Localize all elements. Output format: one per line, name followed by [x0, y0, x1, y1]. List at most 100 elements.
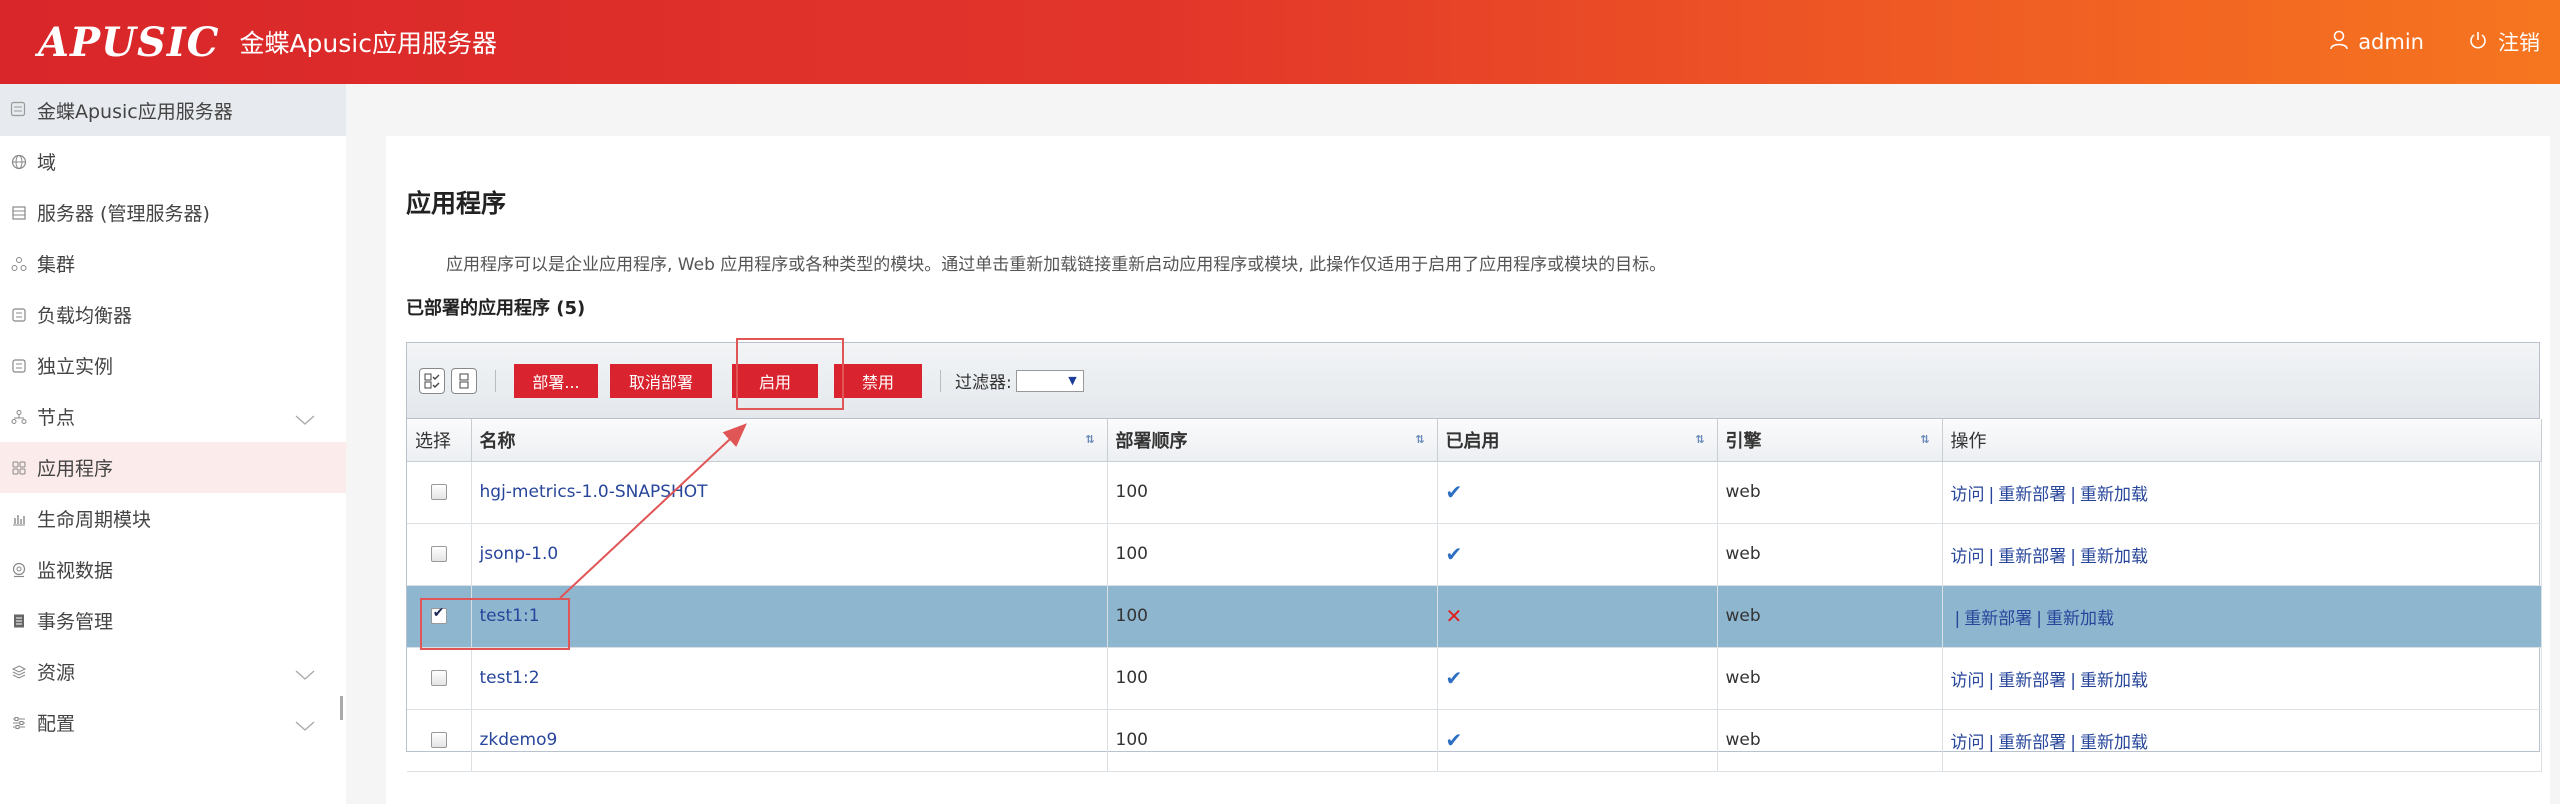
toolbar-divider [495, 369, 496, 392]
redeploy-link[interactable]: 重新部署 [1998, 547, 2066, 567]
reload-link[interactable]: 重新加载 [2046, 609, 2114, 629]
undeploy-button[interactable]: 取消部署 [610, 363, 712, 398]
deploy-order: 100 [1107, 647, 1438, 710]
sidebar-item-server[interactable]: 服务器 (管理服务器) [0, 187, 346, 238]
sidebar-item-label: 独立实例 [37, 356, 114, 378]
deploy-order: 100 [1107, 523, 1438, 586]
app-name-link[interactable]: zkdemo9 [480, 730, 558, 750]
chevron-down-icon: ▼ [1068, 373, 1077, 387]
sidebar-root[interactable]: 金蝶Apusic应用服务器 [0, 84, 346, 136]
sort-icon[interactable]: ⇅ [1415, 433, 1424, 446]
sidebar-item-monitor[interactable]: 监视数据 [0, 544, 346, 595]
header-select: 选择 [407, 419, 472, 462]
visit-link[interactable]: 访问 [1951, 485, 1985, 505]
visit-link[interactable]: 访问 [1951, 733, 1985, 753]
disabled-x-icon: ✕ [1445, 604, 1463, 628]
chevron-down-icon[interactable] [294, 409, 316, 431]
separator: | [2036, 608, 2042, 629]
engine: web [1717, 585, 1943, 648]
row-checkbox[interactable] [430, 484, 447, 500]
enabled-check-icon: ✔ [1445, 728, 1463, 752]
row-checkbox[interactable] [430, 670, 447, 686]
row-checkbox[interactable] [430, 546, 447, 562]
sidebar-item-applications[interactable]: 应用程序 [0, 442, 346, 493]
deselect-all-icon[interactable] [451, 367, 477, 394]
sidebar-item-instance[interactable]: 独立实例 [0, 340, 346, 391]
row-checkbox[interactable] [430, 732, 447, 748]
sidebar-item-label: 事务管理 [37, 611, 114, 633]
config-icon [10, 714, 28, 732]
separator: | [1988, 732, 1995, 753]
select-all-icon[interactable] [419, 367, 445, 394]
sidebar-item-config[interactable]: 配置 [0, 697, 346, 748]
sidebar-item-transactions[interactable]: 事务管理 [0, 595, 346, 646]
header-actions: 操作 [1942, 419, 2542, 462]
resource-icon [10, 663, 28, 681]
sidebar-item-resources[interactable]: 资源 [0, 646, 346, 697]
reload-link[interactable]: 重新加载 [2080, 671, 2148, 691]
chevron-down-icon[interactable] [294, 664, 316, 686]
engine: web [1717, 709, 1943, 772]
redeploy-link[interactable]: 重新部署 [1964, 609, 2032, 629]
reload-link[interactable]: 重新加载 [2080, 733, 2148, 753]
chevron-down-icon[interactable] [294, 715, 316, 737]
sidebar-item-label: 域 [37, 152, 57, 174]
header-actions: admin 注销 [2286, 0, 2540, 84]
header-name[interactable]: 名称 ⇅ [471, 419, 1108, 462]
app-name-link[interactable]: hgj-metrics-1.0-SNAPSHOT [480, 482, 708, 502]
header-enabled-label: 已启用 [1445, 430, 1500, 452]
separator: | [2070, 670, 2076, 691]
separator: | [1988, 546, 1995, 567]
sort-icon[interactable]: ⇅ [1085, 433, 1094, 446]
sidebar-item-lifecycle[interactable]: 生命周期模块 [0, 493, 346, 544]
table-row: hgj-metrics-1.0-SNAPSHOT 100 ✔ web 访问 | 重新… [407, 461, 2542, 524]
sidebar-item-label: 节点 [37, 407, 76, 429]
engine: web [1717, 647, 1943, 710]
power-icon [2468, 30, 2498, 55]
header-enabled[interactable]: 已启用 ⇅ [1437, 419, 1718, 462]
sidebar-item-label: 集群 [37, 254, 76, 276]
sidebar-item-cluster[interactable]: 集群 [0, 238, 346, 289]
sidebar-item-loadbalancer[interactable]: 负载均衡器 [0, 289, 346, 340]
sidebar: 金蝶Apusic应用服务器 域 服务器 (管理服务器) 集群 负载均衡器 独立实… [0, 84, 346, 804]
sidebar-item-domain[interactable]: 域 [0, 136, 346, 187]
loadbalancer-icon [10, 306, 28, 324]
table-row: test1:2 100 ✔ web 访问 | 重新部署 | 重新加载 [407, 647, 2542, 710]
sidebar-item-nodes[interactable]: 节点 [0, 391, 346, 442]
redeploy-link[interactable]: 重新部署 [1998, 733, 2066, 753]
sort-icon[interactable]: ⇅ [1920, 433, 1929, 446]
redeploy-link[interactable]: 重新部署 [1998, 485, 2066, 505]
visit-link[interactable]: 访问 [1951, 671, 1985, 691]
table-header-row: 选择 名称 ⇅ 部署顺序 ⇅ 已启用 ⇅ 引擎 ⇅ 操作 [407, 419, 2542, 462]
app-name-link[interactable]: jsonp-1.0 [480, 544, 559, 564]
engine: web [1717, 461, 1943, 524]
app-name-link[interactable]: test1:2 [480, 668, 540, 688]
reload-link[interactable]: 重新加载 [2080, 485, 2148, 505]
deploy-button[interactable]: 部署... [514, 363, 598, 398]
table-row-selected: test1:1 100 ✕ web |重新部署|重新加载 [407, 585, 2542, 648]
visit-link[interactable]: 访问 [1951, 547, 1985, 567]
header-engine-label: 引擎 [1725, 430, 1762, 452]
logout-label: 注销 [2498, 31, 2540, 55]
main-area: 应用程序 应用程序可以是企业应用程序, Web 应用程序或各种类型的模块。通过单… [346, 84, 2560, 804]
user-menu[interactable]: admin [2330, 30, 2424, 55]
globe-icon [10, 153, 28, 171]
header-name-label: 名称 [479, 430, 516, 452]
separator: | [1954, 608, 1961, 629]
apusic-logo[interactable]: APUSIC [38, 19, 219, 66]
reload-link[interactable]: 重新加载 [2080, 547, 2148, 567]
header-order[interactable]: 部署顺序 ⇅ [1107, 419, 1438, 462]
transaction-icon [10, 612, 28, 630]
server-root-icon [10, 101, 28, 119]
sort-icon[interactable]: ⇅ [1695, 433, 1704, 446]
applications-table: 选择 名称 ⇅ 部署顺序 ⇅ 已启用 ⇅ 引擎 ⇅ 操作 hgj-metrics-1.0… [407, 419, 2542, 772]
separator: | [2070, 546, 2076, 567]
disable-button[interactable]: 禁用 [834, 363, 922, 398]
redeploy-link[interactable]: 重新部署 [1998, 671, 2066, 691]
row-actions: 访问 | 重新部署 | 重新加载 [1942, 523, 2542, 586]
header-engine[interactable]: 引擎 ⇅ [1717, 419, 1943, 462]
sidebar-resize-handle[interactable] [340, 696, 343, 720]
deploy-order: 100 [1107, 709, 1438, 772]
logout-button[interactable]: 注销 [2468, 27, 2540, 57]
filter-select[interactable]: ▼ [1015, 369, 1084, 392]
